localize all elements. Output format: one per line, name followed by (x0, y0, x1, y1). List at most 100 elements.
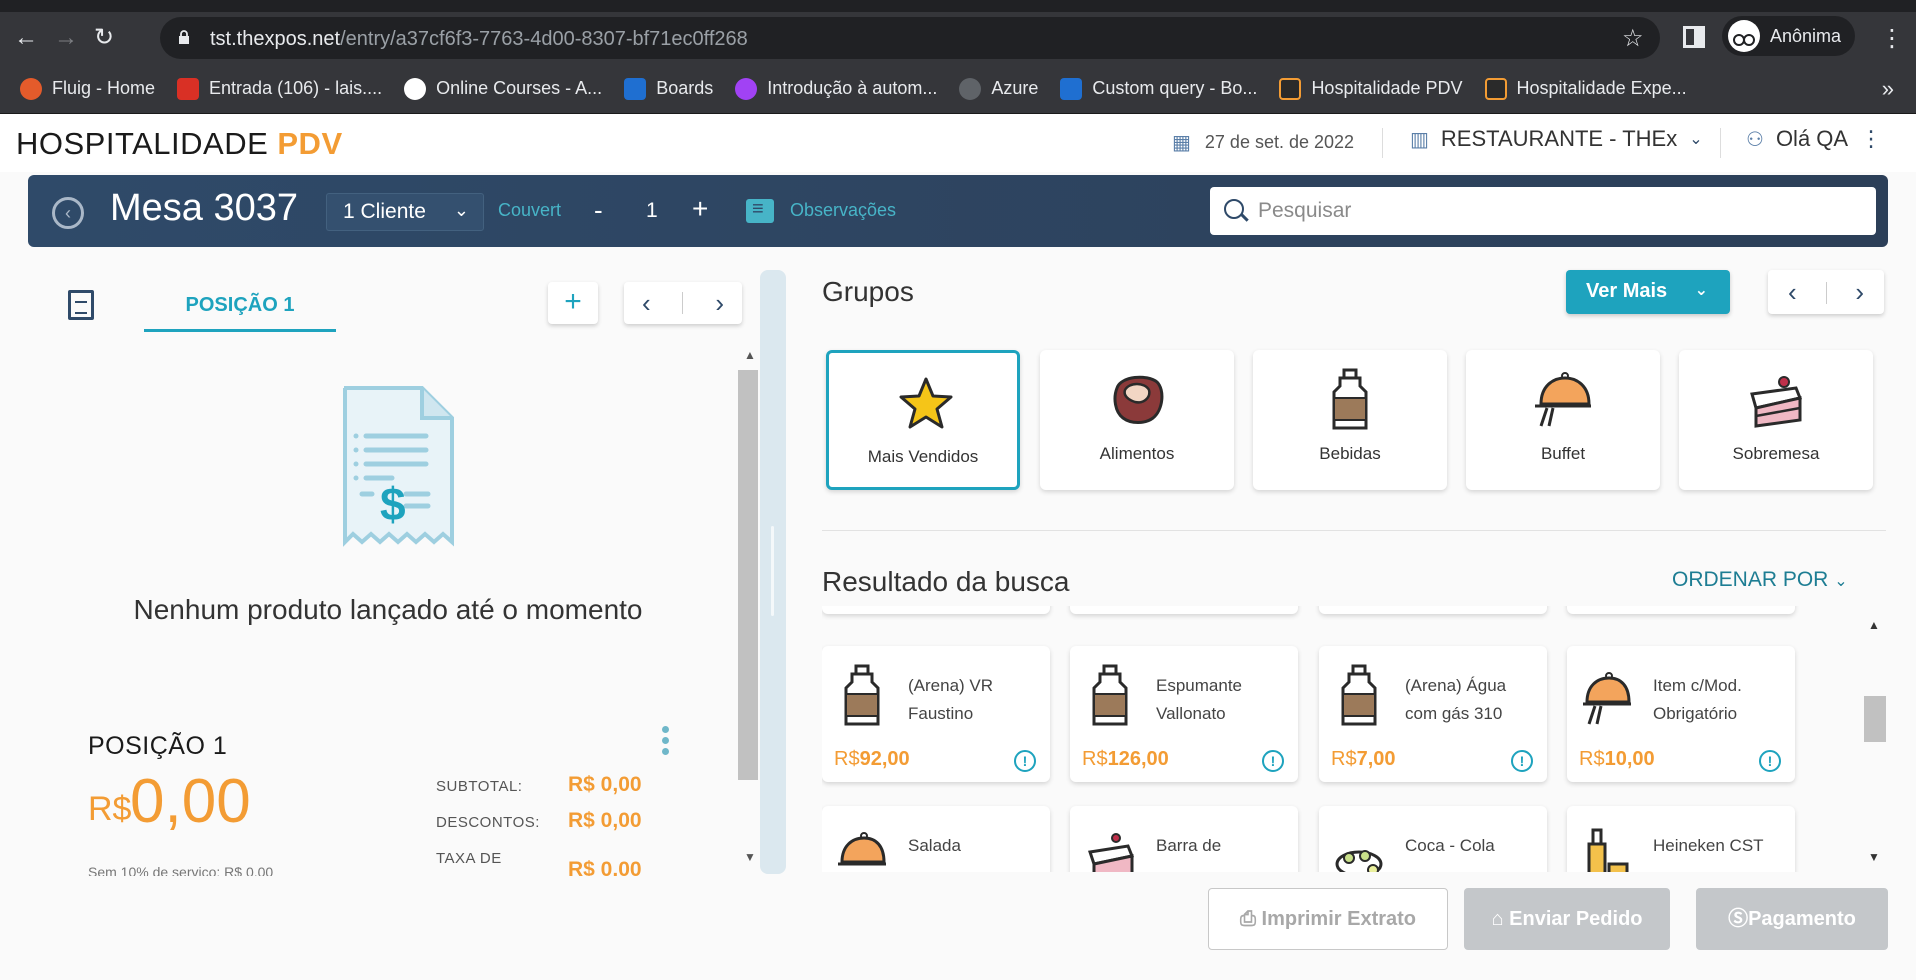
subtotal-value: R$ 0,00 (568, 773, 642, 796)
descontos-label: DESCONTOS: (436, 814, 540, 831)
scroll-up-icon[interactable]: ▲ (744, 348, 756, 362)
forward-arrow-icon[interactable]: → (54, 26, 78, 50)
bookmark-star-icon[interactable]: ☆ (1622, 24, 1644, 53)
bookmark-azure[interactable]: Azure (959, 77, 1038, 100)
bookmark-online-courses[interactable]: Online Courses - A... (404, 77, 602, 100)
ver-mais-button[interactable]: Ver Mais ⌄ (1566, 270, 1730, 314)
product-card[interactable]: Espumante Vallonato R$126,00 ! (1070, 646, 1298, 782)
header-divider (1720, 128, 1721, 158)
receipt-icon[interactable] (68, 290, 94, 320)
reload-icon[interactable]: ↻ (92, 26, 116, 50)
search-icon (1224, 199, 1244, 219)
product-card[interactable] (822, 606, 1050, 614)
bookmark-gmail[interactable]: Entrada (106) - lais.... (177, 77, 382, 100)
chevron-left-icon[interactable]: ‹ (1788, 277, 1797, 308)
svg-text:$: $ (380, 478, 406, 530)
product-card[interactable]: Coca - Cola (1319, 806, 1547, 872)
order-panel: POSIÇÃO 1 + ‹ › $ Nenhum produto lançado… (28, 266, 756, 896)
product-price: R$92,00 (834, 748, 910, 770)
user-menu[interactable]: ⚇ Olá QA ⋮ (1746, 126, 1882, 152)
product-card[interactable]: (Arena) Água com gás 310 R$7,00 ! (1319, 646, 1547, 782)
observacoes-button[interactable]: Observações (790, 200, 896, 221)
bookmark-hospitalidade-expe[interactable]: Hospitalidade Expe... (1484, 77, 1687, 100)
info-icon[interactable]: ! (1262, 750, 1284, 772)
product-card[interactable]: Heineken CST (1567, 806, 1795, 872)
scroll-down-icon[interactable]: ▼ (1868, 850, 1880, 864)
resizer-handle[interactable] (771, 526, 774, 616)
nav-divider (682, 292, 683, 314)
search-input[interactable] (1258, 197, 1858, 225)
side-panel-icon[interactable] (1683, 26, 1705, 48)
bookmark-boards[interactable]: Boards (624, 77, 713, 100)
groups-nav: ‹ › (1768, 270, 1884, 314)
bookmark-introducao[interactable]: Introdução à autom... (735, 77, 937, 100)
scroll-up-icon[interactable]: ▲ (1868, 618, 1880, 632)
back-arrow-icon[interactable]: ← (14, 26, 38, 50)
chevron-down-icon: ⌄ (1689, 131, 1703, 148)
groups-title: Grupos (822, 276, 914, 307)
incognito-profile-button[interactable]: Anônima (1722, 16, 1856, 56)
cliente-select[interactable]: 1 Cliente ⌄ (326, 193, 484, 231)
info-icon[interactable]: ! (1759, 750, 1781, 772)
nav-divider (1826, 282, 1827, 304)
cake-icon (1088, 833, 1134, 872)
chevron-right-icon[interactable]: › (1855, 277, 1864, 308)
product-name: Item c/Mod. Obrigatório (1653, 676, 1742, 723)
product-name: Heineken CST (1653, 836, 1764, 855)
info-icon[interactable]: ! (1511, 750, 1533, 772)
bookmark-fluig[interactable]: Fluig - Home (20, 77, 155, 100)
product-card[interactable]: Salada (822, 806, 1050, 872)
empty-message: Nenhum produto lançado até o momento (133, 594, 643, 625)
pagamento-button[interactable]: ⓈPagamento (1696, 888, 1888, 950)
total-currency: R$ (88, 790, 132, 828)
back-circle-icon[interactable]: ‹ (52, 197, 84, 229)
address-bar[interactable]: tst.thexpos.net/entry/a37cf6f3-7763-4d00… (160, 17, 1660, 59)
product-name: Barra de (1156, 836, 1222, 855)
bookmark-custom-query[interactable]: Custom query - Bo... (1060, 77, 1257, 100)
cloche-icon: ⌂ (1491, 908, 1504, 930)
profile-label: Anônima (1770, 25, 1842, 46)
scrollbar-thumb[interactable] (1864, 696, 1886, 742)
bottle-icon (1341, 664, 1377, 726)
azure-boards-favicon-icon (1060, 77, 1083, 100)
pos-favicon-icon (1484, 77, 1507, 100)
results-grid: (Arena) VR Faustino R$92,00 ! Espumante … (822, 606, 1822, 872)
bookmarks-overflow-icon[interactable]: » (1882, 76, 1894, 102)
search-box[interactable] (1210, 187, 1876, 235)
info-icon[interactable]: ! (1014, 750, 1036, 772)
couvert-increment-button[interactable]: + (692, 193, 708, 225)
receipt-dollar-icon: $ (343, 386, 454, 547)
tab-posicao-1[interactable]: POSIÇÃO 1 (144, 290, 336, 332)
chevron-left-icon[interactable]: ‹ (642, 288, 651, 319)
more-vert-icon[interactable] (662, 726, 669, 756)
product-card[interactable] (1567, 606, 1795, 614)
date-display: ▦ 27 de set. de 2022 (1172, 130, 1354, 155)
more-vert-icon[interactable]: ⋮ (1860, 126, 1882, 152)
group-card-buffet[interactable]: Buffet (1466, 350, 1660, 490)
scrollbar-thumb[interactable] (738, 370, 758, 780)
group-card-bebidas[interactable]: Bebidas (1253, 350, 1447, 490)
group-card-sobremesa[interactable]: Sobremesa (1679, 350, 1873, 490)
chat-icon[interactable] (746, 199, 774, 223)
incognito-icon (1728, 20, 1760, 52)
product-name: (Arena) VR Faustino (908, 676, 994, 723)
bookmark-hospitalidade-pdv[interactable]: Hospitalidade PDV (1279, 77, 1463, 100)
product-card[interactable]: Barra de (1070, 806, 1298, 872)
add-position-button[interactable]: + (548, 282, 598, 324)
product-card[interactable] (1319, 606, 1547, 614)
enviar-pedido-button[interactable]: ⌂ Enviar Pedido (1464, 888, 1670, 950)
scroll-down-icon[interactable]: ▼ (744, 850, 756, 864)
product-card[interactable]: (Arena) VR Faustino R$92,00 ! (822, 646, 1050, 782)
imprimir-extrato-button[interactable]: ⎙ Imprimir Extrato (1208, 888, 1448, 950)
group-card-mais-vendidos[interactable]: Mais Vendidos (826, 350, 1020, 490)
couvert-decrement-button[interactable]: - (594, 195, 603, 226)
group-card-alimentos[interactable]: Alimentos (1040, 350, 1234, 490)
gmail-favicon-icon (177, 77, 200, 100)
restaurant-selector[interactable]: ▥ RESTAURANTE - THEx ⌄ (1410, 126, 1703, 152)
panel-resizer[interactable] (760, 270, 786, 874)
ordenar-por-dropdown[interactable]: ORDENAR POR ⌄ (1672, 568, 1848, 592)
browser-menu-icon[interactable]: ⋮ (1880, 24, 1904, 53)
product-card[interactable]: Item c/Mod. Obrigatório R$10,00 ! (1567, 646, 1795, 782)
chevron-right-icon[interactable]: › (715, 288, 724, 319)
product-card[interactable] (1070, 606, 1298, 614)
